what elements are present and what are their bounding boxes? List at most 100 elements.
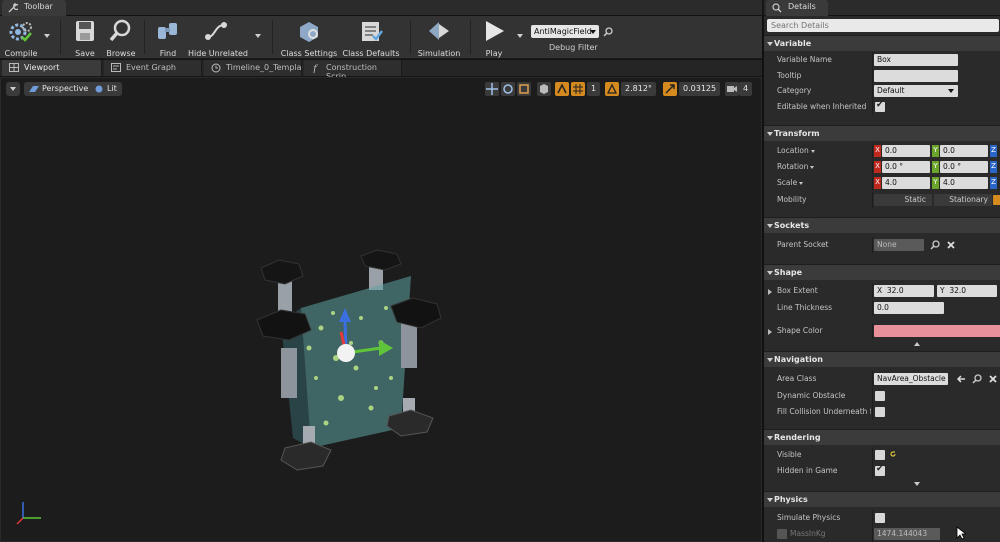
- mass-field[interactable]: 1474.144043: [874, 528, 940, 540]
- coordinate-space-icon[interactable]: [537, 82, 551, 96]
- rotation-x-field[interactable]: 0.0 °: [882, 161, 930, 173]
- mobility-stationary-button[interactable]: Stationary: [934, 194, 992, 206]
- simulation-button[interactable]: Simulation: [416, 18, 462, 58]
- clear-icon[interactable]: [988, 374, 998, 384]
- tab-toolbar[interactable]: Toolbar: [2, 0, 66, 16]
- tab-viewport[interactable]: Viewport: [2, 60, 102, 76]
- rotate-mode-icon[interactable]: [501, 82, 515, 96]
- mobility-movable-button[interactable]: [993, 195, 1000, 205]
- line-thickness-field[interactable]: 0.0: [874, 302, 944, 314]
- section-shape[interactable]: Shape: [764, 264, 1000, 280]
- use-selected-arrow-icon[interactable]: [956, 374, 966, 384]
- section-navigation[interactable]: Navigation: [764, 351, 1000, 367]
- editable-checkbox[interactable]: [875, 100, 885, 112]
- tab-construction-script[interactable]: f Construction Scrip: [304, 60, 402, 81]
- scale-row: Scale X 4.0 Y 4.0 Z: [764, 175, 1000, 191]
- browse-magnifier-icon: [109, 19, 131, 42]
- details-tab-strip: Details: [764, 0, 1000, 16]
- grid-snap-value[interactable]: 1: [587, 82, 601, 96]
- visible-checkbox[interactable]: [875, 450, 885, 460]
- location-x-field[interactable]: 0.0: [882, 145, 930, 157]
- chevron-down-icon: [810, 165, 815, 169]
- reset-to-default-icon[interactable]: [889, 450, 897, 458]
- collapse-advanced-arrow-icon[interactable]: [914, 342, 920, 346]
- debug-object-select[interactable]: AntiMagicField: [531, 25, 599, 38]
- section-rendering[interactable]: Rendering: [764, 429, 1000, 445]
- scale-label[interactable]: Scale: [777, 178, 804, 187]
- find-button[interactable]: Find: [150, 18, 186, 58]
- simulate-physics-checkbox[interactable]: [875, 513, 885, 523]
- box-extent-y-field[interactable]: Y 32.0: [937, 285, 997, 297]
- scale-snap-icon[interactable]: [663, 82, 677, 96]
- mobility-static-button[interactable]: Static: [874, 194, 932, 206]
- section-variable[interactable]: Variable: [764, 35, 1000, 51]
- compile-options-arrow[interactable]: [44, 34, 50, 38]
- translate-mode-icon[interactable]: [485, 82, 499, 96]
- play-button[interactable]: Play: [476, 18, 512, 58]
- box-extent-y-value: 32.0: [949, 286, 967, 295]
- toolbar-separator: [144, 20, 145, 54]
- hide-unrelated-options-arrow[interactable]: [255, 34, 261, 38]
- section-transform[interactable]: Transform: [764, 125, 1000, 141]
- hidden-in-game-checkbox[interactable]: [875, 464, 885, 476]
- mass-label: MassInKg: [790, 529, 826, 538]
- save-button[interactable]: Save: [68, 18, 102, 58]
- rotation-y-field[interactable]: 0.0 °: [940, 161, 988, 173]
- class-settings-button[interactable]: Class Settings: [280, 18, 338, 58]
- clear-icon[interactable]: [946, 240, 956, 250]
- box-extent-x-field[interactable]: X 32.0: [874, 285, 934, 297]
- debug-search-icon[interactable]: [603, 27, 613, 37]
- expand-advanced-arrow-icon[interactable]: [914, 482, 920, 486]
- shape-color-swatch[interactable]: [874, 325, 1000, 337]
- lit-button[interactable]: Lit: [89, 82, 122, 96]
- mobility-row: Mobility Static Stationary: [764, 192, 1000, 208]
- scale-y-field[interactable]: 4.0: [940, 177, 988, 189]
- tab-timeline[interactable]: Timeline_0_Templa: [204, 60, 302, 76]
- perspective-icon: [29, 86, 39, 92]
- browse-button[interactable]: Browse: [103, 18, 139, 58]
- hide-unrelated-button[interactable]: Hide Unrelated: [188, 18, 248, 58]
- category-select[interactable]: Default: [874, 85, 958, 97]
- camera-speed-icon[interactable]: [725, 82, 739, 96]
- chevron-down-icon: [810, 149, 815, 153]
- grid-snap-icon[interactable]: [571, 82, 585, 96]
- rotation-snap-value[interactable]: 2.812°: [621, 82, 656, 96]
- search-icon[interactable]: [930, 240, 940, 250]
- surface-snap-icon[interactable]: [555, 82, 569, 96]
- camera-speed-value[interactable]: 4: [739, 82, 753, 96]
- location-y-field[interactable]: 0.0: [940, 145, 988, 157]
- class-settings-icon: [300, 22, 318, 42]
- expand-arrow-icon[interactable]: [768, 289, 772, 295]
- fill-collision-label: Fill Collision Underneath for N: [777, 407, 871, 416]
- tab-event-graph[interactable]: Event Graph: [104, 60, 202, 76]
- tab-toolbar-label: Toolbar: [24, 2, 53, 11]
- viewport-panel[interactable]: Perspective Lit 1 2.812° 0.03125 4: [0, 77, 762, 542]
- variable-name-field[interactable]: Box: [874, 54, 958, 66]
- tab-details[interactable]: Details: [766, 0, 828, 16]
- search-icon[interactable]: [972, 374, 982, 384]
- parent-socket-field[interactable]: None: [874, 239, 924, 251]
- dynamic-obstacle-checkbox[interactable]: [875, 391, 885, 401]
- class-defaults-button[interactable]: Class Defaults: [342, 18, 400, 58]
- play-options-arrow[interactable]: [517, 34, 523, 38]
- details-search-input[interactable]: [767, 19, 999, 32]
- scene-box-component[interactable]: [241, 248, 461, 488]
- rotation-snap-icon[interactable]: [605, 82, 619, 96]
- scale-mode-icon[interactable]: [517, 82, 531, 96]
- area-class-select[interactable]: NavArea_Obstacle: [874, 373, 948, 385]
- location-label[interactable]: Location: [777, 146, 815, 155]
- scale-x-field[interactable]: 4.0: [882, 177, 930, 189]
- section-physics[interactable]: Physics: [764, 491, 1000, 507]
- scale-snap-value[interactable]: 0.03125: [679, 82, 721, 96]
- tooltip-field[interactable]: [874, 70, 958, 82]
- mass-override-checkbox[interactable]: [777, 529, 787, 539]
- compile-button[interactable]: Compile: [2, 18, 40, 58]
- rotation-label[interactable]: Rotation: [777, 162, 815, 171]
- chevron-down-icon: [799, 181, 804, 185]
- perspective-button[interactable]: Perspective: [24, 82, 94, 96]
- section-sockets[interactable]: Sockets: [764, 217, 1000, 233]
- viewport-options-button[interactable]: [6, 82, 20, 96]
- tab-details-label: Details: [788, 2, 816, 11]
- fill-collision-checkbox[interactable]: [875, 407, 885, 417]
- expand-arrow-icon[interactable]: [768, 329, 772, 335]
